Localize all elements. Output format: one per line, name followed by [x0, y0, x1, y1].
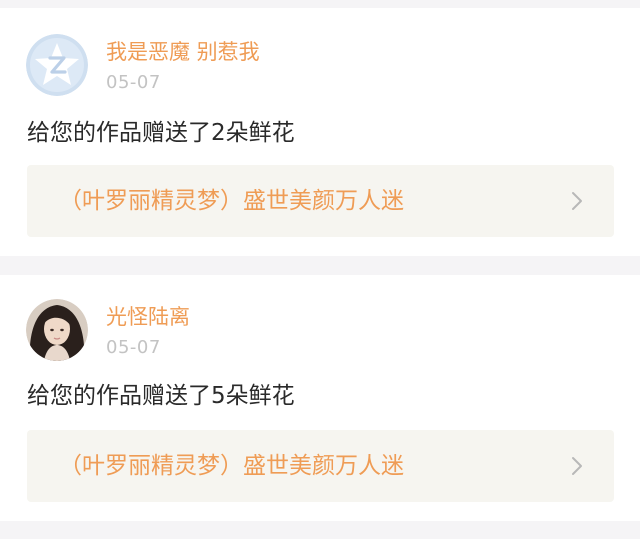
username[interactable]: 光怪陆离 — [106, 303, 190, 331]
notification-card: 我是恶魔 别惹我 05-07 给您的作品赠送了2朵鲜花 （叶罗丽精灵梦）盛世美颜… — [0, 8, 640, 256]
avatar[interactable] — [26, 34, 88, 96]
avatar[interactable] — [26, 299, 88, 361]
default-avatar-z-icon — [26, 34, 88, 96]
chevron-right-icon — [572, 457, 582, 475]
timestamp: 05-07 — [106, 337, 161, 358]
work-title: （叶罗丽精灵梦）盛世美颜万人迷 — [59, 453, 404, 479]
chevron-right-icon — [572, 192, 582, 210]
notification-card: 光怪陆离 05-07 给您的作品赠送了5朵鲜花 （叶罗丽精灵梦）盛世美颜万人迷 — [0, 275, 640, 521]
timestamp: 05-07 — [106, 72, 161, 93]
user-photo-avatar — [26, 299, 88, 361]
work-link[interactable]: （叶罗丽精灵梦）盛世美颜万人迷 — [27, 430, 614, 502]
notification-feed: 我是恶魔 别惹我 05-07 给您的作品赠送了2朵鲜花 （叶罗丽精灵梦）盛世美颜… — [0, 0, 640, 539]
gift-message: 给您的作品赠送了5朵鲜花 — [27, 383, 295, 409]
work-link[interactable]: （叶罗丽精灵梦）盛世美颜万人迷 — [27, 165, 614, 237]
gift-message: 给您的作品赠送了2朵鲜花 — [27, 120, 295, 146]
work-title: （叶罗丽精灵梦）盛世美颜万人迷 — [59, 188, 404, 214]
username[interactable]: 我是恶魔 别惹我 — [106, 38, 260, 66]
